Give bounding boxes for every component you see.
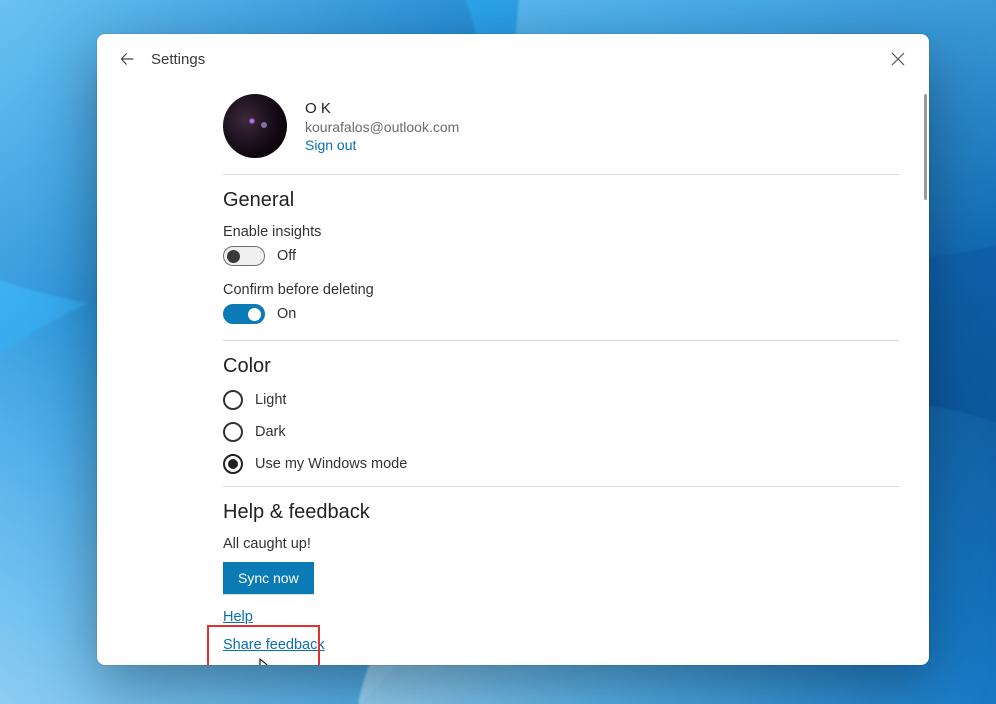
setting-enable-insights: Enable insights Off <box>223 224 899 266</box>
radio-icon <box>223 390 243 410</box>
sign-out-link[interactable]: Sign out <box>305 137 459 153</box>
avatar <box>223 94 287 158</box>
settings-window: Settings O K kourafalos@outlook.com Sign… <box>97 34 929 665</box>
radio-icon <box>223 422 243 442</box>
account-name: O K <box>305 100 459 117</box>
sync-status: All caught up! <box>223 536 899 552</box>
back-button[interactable] <box>111 43 143 75</box>
account-email: kourafalos@outlook.com <box>305 119 459 135</box>
sync-now-button[interactable]: Sync now <box>223 562 314 594</box>
desktop-wallpaper: Settings O K kourafalos@outlook.com Sign… <box>0 0 996 704</box>
setting-label: Confirm before deleting <box>223 282 899 298</box>
share-feedback-link[interactable]: Share feedback <box>223 637 325 653</box>
scrollbar-thumb[interactable] <box>924 94 927 200</box>
radio-option-windows-mode[interactable]: Use my Windows mode <box>223 454 899 474</box>
radio-label: Dark <box>255 424 286 440</box>
toggle-confirm-delete[interactable] <box>223 304 265 324</box>
toggle-enable-insights[interactable] <box>223 246 265 266</box>
titlebar: Settings <box>97 34 929 84</box>
section-header-general: General <box>223 189 899 212</box>
radio-label: Light <box>255 392 286 408</box>
radio-icon <box>223 454 243 474</box>
section-header-color: Color <box>223 355 899 378</box>
settings-content: O K kourafalos@outlook.com Sign out Gene… <box>97 84 923 665</box>
divider <box>223 174 899 175</box>
setting-label: Enable insights <box>223 224 899 240</box>
radio-option-light[interactable]: Light <box>223 390 899 410</box>
toggle-state-label: Off <box>277 248 296 264</box>
toggle-state-label: On <box>277 306 296 322</box>
account-block: O K kourafalos@outlook.com Sign out <box>223 84 899 158</box>
close-button[interactable] <box>877 42 919 76</box>
section-header-help: Help & feedback <box>223 501 899 524</box>
setting-confirm-delete: Confirm before deleting On <box>223 282 899 324</box>
close-icon <box>891 52 905 66</box>
divider <box>223 340 899 341</box>
window-title: Settings <box>151 51 205 68</box>
radio-label: Use my Windows mode <box>255 456 407 472</box>
radio-option-dark[interactable]: Dark <box>223 422 899 442</box>
divider <box>223 486 899 487</box>
help-link[interactable]: Help <box>223 609 253 625</box>
arrow-left-icon <box>118 50 136 68</box>
